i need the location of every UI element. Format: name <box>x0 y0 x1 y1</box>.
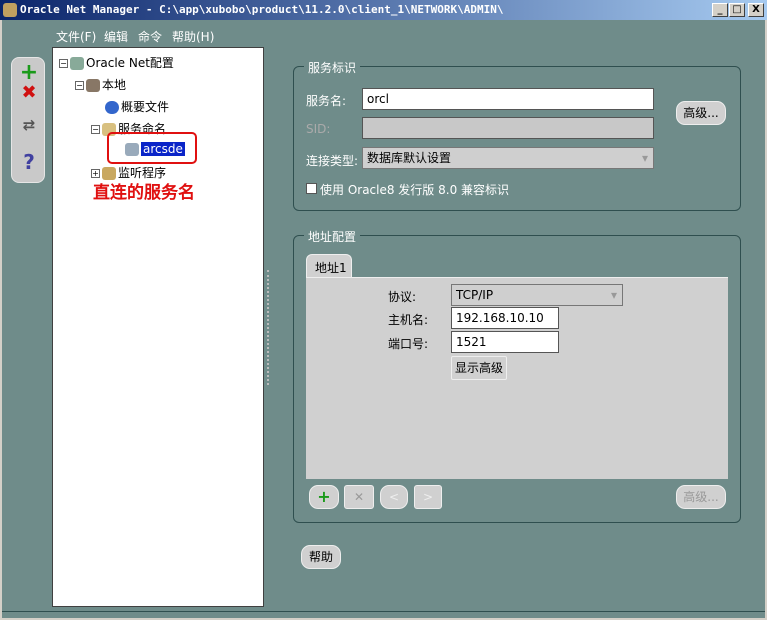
compat-checkbox[interactable] <box>306 183 317 194</box>
menu-file[interactable]: 文件(F) <box>56 28 96 45</box>
collapse-icon[interactable]: − <box>91 125 100 134</box>
port-label: 端口号: <box>388 337 429 351</box>
annotation-text: 直连的服务名 <box>93 183 195 203</box>
sid-label: SID: <box>306 122 331 136</box>
highlight-box <box>107 132 197 164</box>
address-advanced-button[interactable]: 高级... <box>676 485 726 509</box>
help-button[interactable]: 帮助 <box>301 545 341 569</box>
delete-icon: ✕ <box>353 490 365 504</box>
help-icon[interactable]: ? <box>12 150 46 174</box>
node-label: 概要文件 <box>121 100 170 114</box>
compat-label: 使用 Oracle8 发行版 8.0 兼容标识 <box>320 183 510 197</box>
port-input[interactable]: 1521 <box>451 331 559 353</box>
chevron-left-icon: < <box>388 490 400 504</box>
add-address-button[interactable]: + <box>309 485 339 509</box>
address-tab-panel: 协议: TCP/IP 主机名: 192.168.10.10 端口号: 1521 … <box>306 277 728 479</box>
expand-icon[interactable]: + <box>91 169 100 178</box>
next-address-button[interactable]: > <box>414 485 442 509</box>
tree-node-local[interactable]: − 本地 <box>75 76 126 93</box>
host-input[interactable]: 192.168.10.10 <box>451 307 559 329</box>
close-button[interactable]: X <box>748 3 764 17</box>
service-name-label: 服务名: <box>306 94 347 108</box>
maximize-button[interactable]: □ <box>729 3 745 17</box>
previous-address-button[interactable]: < <box>380 485 408 509</box>
connection-type-select[interactable]: 数据库默认设置 <box>362 147 654 169</box>
collapse-icon[interactable]: − <box>59 59 68 68</box>
title-bar: Oracle Net Manager - C:\app\xubobo\produ… <box>0 0 767 20</box>
menu-command[interactable]: 命令 <box>138 28 162 45</box>
tree-node-profile[interactable]: 概要文件 <box>105 98 169 115</box>
sid-input[interactable] <box>362 117 654 139</box>
delete-icon[interactable]: ✖ <box>12 82 46 103</box>
network-icon <box>70 57 84 70</box>
window-title: Oracle Net Manager - C:\app\xubobo\produ… <box>20 3 504 16</box>
connection-type-label: 连接类型: <box>306 154 359 168</box>
service-identification-group: 服务标识 服务名: orcl SID: 连接类型: 数据库默认设置 高级... … <box>293 59 741 211</box>
service-name-input[interactable]: orcl <box>362 88 654 110</box>
tree-node-root[interactable]: − Oracle Net配置 <box>59 54 174 71</box>
host-label: 主机名: <box>388 313 429 327</box>
status-divider <box>2 611 765 612</box>
protocol-label: 协议: <box>388 290 417 304</box>
splitter-handle[interactable] <box>267 270 269 385</box>
tab-address-1[interactable]: 地址1 <box>306 254 352 278</box>
remove-address-button[interactable]: ✕ <box>344 485 374 509</box>
collapse-icon[interactable]: − <box>75 81 84 90</box>
app-icon <box>3 3 17 17</box>
address-configuration-group: 地址配置 地址1 协议: TCP/IP 主机名: 192.168.10.10 端… <box>293 228 741 523</box>
group-legend: 地址配置 <box>304 228 361 245</box>
node-label: 本地 <box>102 78 127 92</box>
menu-help[interactable]: 帮助(H) <box>172 28 214 45</box>
globe-icon <box>105 101 119 114</box>
vertical-toolbar: + ✖ ⇄ ? <box>11 57 45 183</box>
chevron-right-icon: > <box>422 490 434 504</box>
protocol-select[interactable]: TCP/IP <box>451 284 623 306</box>
menu-edit[interactable]: 编辑 <box>104 28 128 45</box>
test-connection-icon[interactable]: ⇄ <box>12 116 46 134</box>
minimize-button[interactable]: _ <box>712 3 728 17</box>
computer-icon <box>86 79 100 92</box>
service-advanced-button[interactable]: 高级... <box>676 101 726 125</box>
node-label: Oracle Net配置 <box>86 56 174 70</box>
navigator-tree: − Oracle Net配置 − 本地 概要文件 − 服务命名 arcsde + 监听程… <box>52 47 264 607</box>
show-advanced-button[interactable]: 显示高级 <box>451 356 507 380</box>
add-icon: + <box>317 487 331 506</box>
group-legend: 服务标识 <box>304 59 361 76</box>
